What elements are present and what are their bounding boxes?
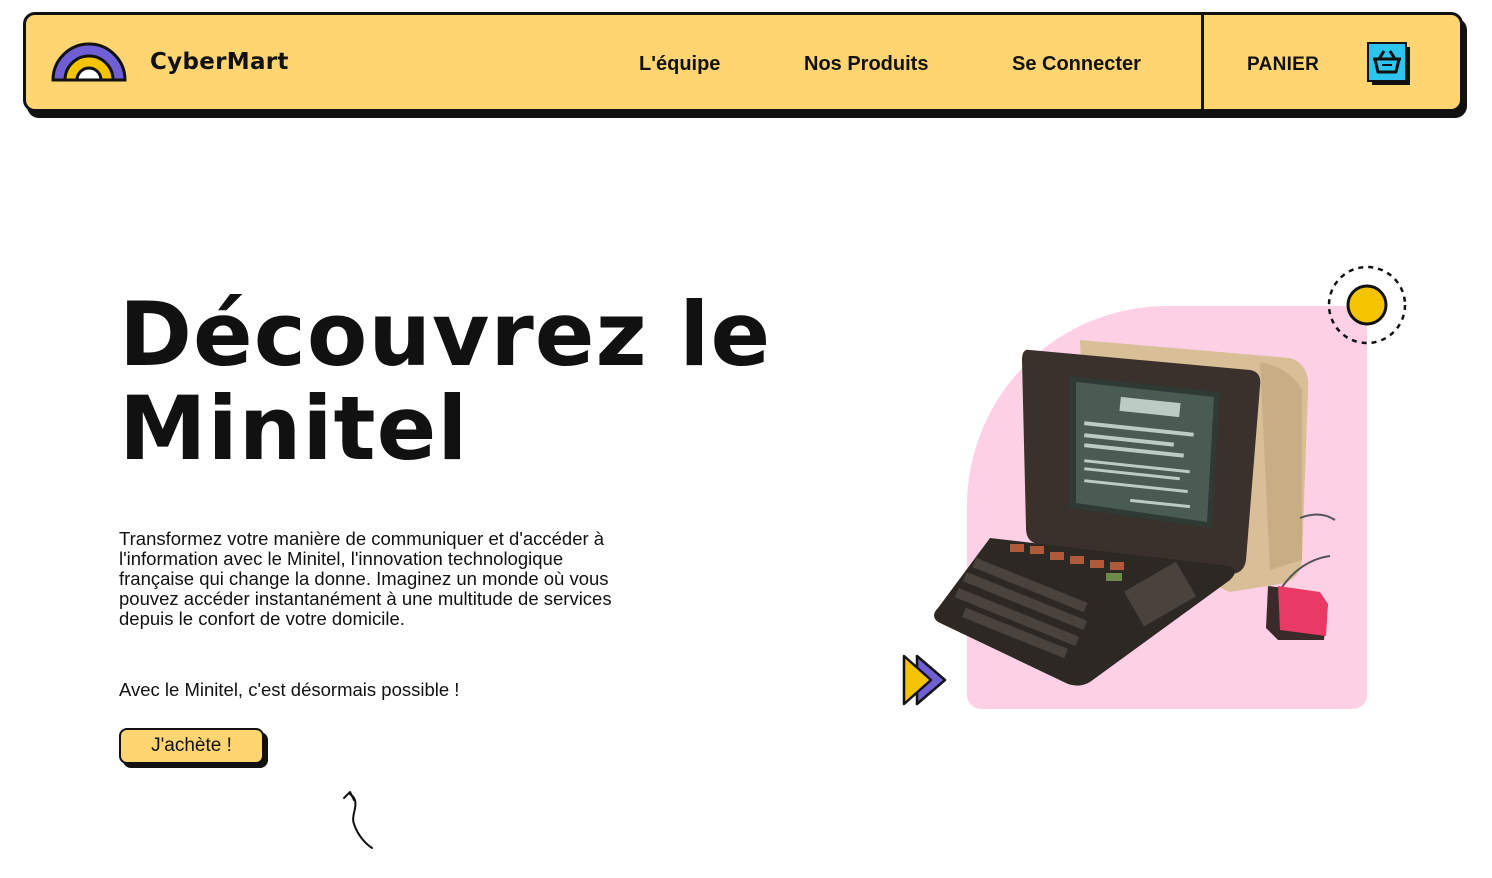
shopping-basket-icon[interactable] [1367,42,1413,88]
top-navbar: CyberMart L'équipe Nos Produits Se Conne… [23,12,1463,112]
hero-title: Découvrez le Minitel [119,288,839,476]
hero-tagline: Avec le Minitel, c'est désormais possibl… [119,679,460,700]
brand-name[interactable]: CyberMart [150,49,289,75]
cart-label[interactable]: PANIER [1247,54,1319,76]
hero-description: Transformez votre manière de communiquer… [119,528,612,629]
nav-divider [1201,15,1204,109]
nav-link-equipe[interactable]: L'équipe [639,53,720,76]
nav-link-connecter[interactable]: Se Connecter [1012,53,1141,76]
squiggle-arrow-icon [343,791,373,849]
nav-link-produits[interactable]: Nos Produits [804,53,928,76]
hero-title-line2: Minitel [119,377,469,480]
rainbow-icon[interactable] [50,42,128,84]
hero-title-line1: Découvrez le [119,283,772,386]
buy-button[interactable]: J'achète ! [119,728,264,764]
minitel-product-image [934,340,1336,686]
